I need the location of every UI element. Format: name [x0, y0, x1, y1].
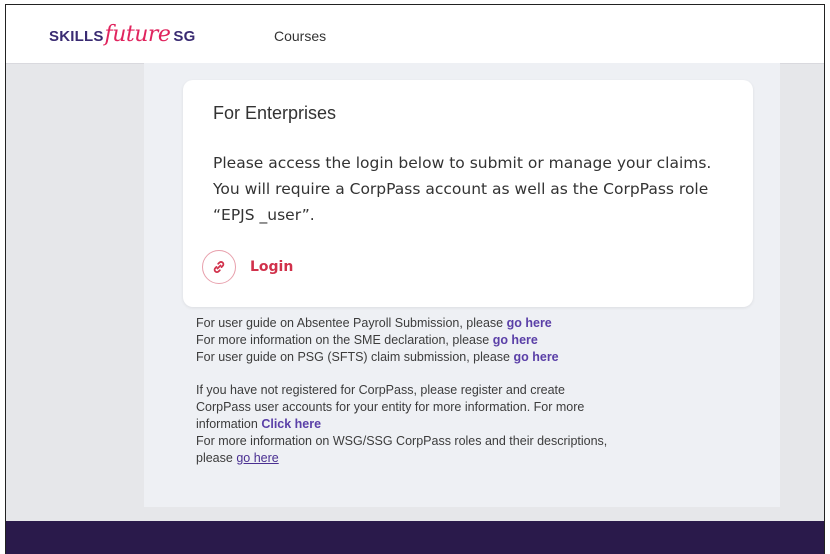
footer-bar — [6, 521, 824, 554]
sme-declaration-text: For more information on the SME declarat… — [196, 333, 493, 347]
roles-text: please — [196, 451, 237, 465]
roles-line-2: please go here — [196, 450, 756, 467]
enterprise-card: For Enterprises Please access the login … — [183, 80, 753, 307]
login-label: Login — [250, 259, 294, 275]
psg-guide-line: For user guide on PSG (SFTS) claim submi… — [196, 349, 756, 366]
link-icon — [202, 250, 236, 284]
card-title: For Enterprises — [213, 103, 337, 123]
card-description: Please access the login below to submit … — [213, 154, 712, 224]
login-button[interactable]: Login — [202, 249, 293, 285]
skillsfuture-logo[interactable]: SKILLS future SG — [49, 22, 195, 48]
corppass-register-link[interactable]: Click here — [261, 417, 321, 431]
logo-future-text: future — [104, 22, 171, 47]
sme-declaration-link[interactable]: go here — [493, 333, 538, 347]
absentee-guide-line: For user guide on Absentee Payroll Submi… — [196, 315, 756, 332]
logo-sg-text: SG — [173, 28, 196, 45]
register-line-1: If you have not registered for CorpPass,… — [196, 383, 565, 397]
register-line-3: information Click here — [196, 416, 756, 433]
nav-courses-link[interactable]: Courses — [274, 28, 326, 44]
top-navbar: SKILLS future SG Courses — [6, 5, 824, 64]
roles-line-1: For more information on WSG/SSG CorpPass… — [196, 434, 608, 448]
absentee-guide-text: For user guide on Absentee Payroll Submi… — [196, 316, 507, 330]
corppass-roles-link[interactable]: go here — [236, 451, 278, 465]
logo-skills-text: SKILLS — [49, 28, 104, 45]
register-line-2: CorpPass user accounts for your entity f… — [196, 400, 585, 414]
absentee-guide-link[interactable]: go here — [507, 316, 552, 330]
sme-declaration-line: For more information on the SME declarat… — [196, 332, 756, 349]
psg-guide-text: For user guide on PSG (SFTS) claim submi… — [196, 350, 514, 364]
psg-guide-link[interactable]: go here — [513, 350, 558, 364]
register-text: information — [196, 417, 262, 431]
info-section: For user guide on Absentee Payroll Submi… — [196, 315, 756, 467]
